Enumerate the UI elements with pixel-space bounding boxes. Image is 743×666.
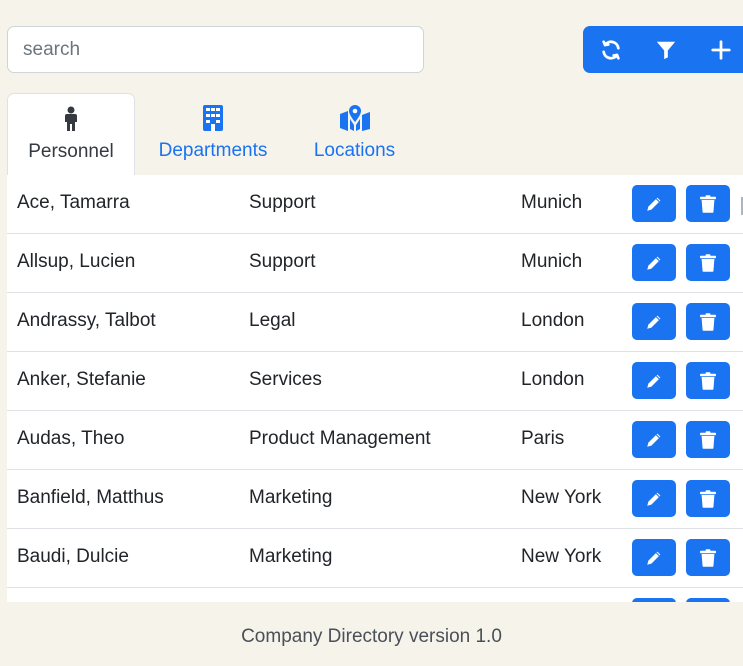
employee-department: Support (249, 192, 316, 213)
employee-department: Marketing (249, 546, 333, 567)
pencil-icon (645, 254, 663, 272)
table-row: Andrassy, Talbot Legal London (7, 293, 743, 352)
tab-departments[interactable]: Departments (148, 93, 278, 175)
filter-button[interactable] (638, 26, 693, 73)
edit-button[interactable] (632, 185, 676, 222)
employee-location: Paris (521, 428, 565, 449)
employee-name: Andrassy, Talbot (17, 310, 156, 331)
delete-button[interactable] (686, 598, 730, 602)
map-location-icon (339, 105, 370, 131)
edit-button[interactable] (632, 421, 676, 458)
edit-button[interactable] (632, 303, 676, 340)
employee-name: Audas, Theo (17, 428, 125, 449)
table-row: Anker, Stefanie Services London (7, 352, 743, 411)
employee-location: New York (521, 487, 602, 508)
personnel-table-body: Ace, Tamarra Support Munich Allsup, Lucien S… (7, 175, 743, 588)
edit-button[interactable] (632, 362, 676, 399)
tab-departments-label: Departments (158, 140, 268, 161)
delete-button[interactable] (686, 480, 730, 517)
trash-icon (700, 371, 716, 390)
table-row: Allsup, Lucien Support Munich (7, 234, 743, 293)
refresh-icon (600, 39, 622, 61)
tab-personnel[interactable]: Personnel (7, 93, 135, 176)
table-row-partial (7, 588, 743, 602)
toolbar (583, 26, 743, 73)
pencil-icon (645, 372, 663, 390)
trash-icon (700, 548, 716, 567)
pencil-icon (645, 431, 663, 449)
edit-button[interactable] (632, 598, 676, 602)
delete-button[interactable] (686, 362, 730, 399)
trash-icon (700, 489, 716, 508)
tab-personnel-label: Personnel (28, 141, 114, 162)
personnel-table: Ace, Tamarra Support Munich Allsup, Lucien S… (7, 175, 743, 602)
search-input[interactable] (7, 26, 424, 73)
filter-icon (655, 39, 677, 61)
edit-button[interactable] (632, 244, 676, 281)
employee-location: New York (521, 546, 602, 567)
employee-department: Marketing (249, 487, 333, 508)
table-row: Baudi, Dulcie Marketing New York (7, 529, 743, 588)
employee-department: Support (249, 251, 316, 272)
employee-department: Product Management (249, 428, 431, 449)
add-button[interactable] (693, 26, 743, 73)
employee-location: Munich (521, 251, 583, 272)
pencil-icon (645, 549, 663, 567)
building-icon (203, 105, 223, 131)
trash-icon (700, 253, 716, 272)
delete-button[interactable] (686, 185, 730, 222)
employee-location: London (521, 369, 585, 390)
delete-button[interactable] (686, 539, 730, 576)
employee-name: Baudi, Dulcie (17, 546, 129, 567)
delete-button[interactable] (686, 303, 730, 340)
plus-icon (710, 39, 732, 61)
tab-locations[interactable]: Locations (292, 93, 417, 175)
table-row: Audas, Theo Product Management Paris (7, 411, 743, 470)
refresh-button[interactable] (583, 26, 638, 73)
delete-button[interactable] (686, 244, 730, 281)
edit-button[interactable] (632, 480, 676, 517)
employee-name: Banfield, Matthus (17, 487, 164, 508)
employee-location: Munich (521, 192, 583, 213)
employee-name: Ace, Tamarra (17, 192, 130, 213)
person-icon (62, 106, 80, 132)
edit-button[interactable] (632, 539, 676, 576)
trash-icon (700, 312, 716, 331)
employee-name: Anker, Stefanie (17, 369, 146, 390)
pencil-icon (645, 313, 663, 331)
trash-icon (700, 194, 716, 213)
employee-department: Services (249, 369, 322, 390)
employee-name: Allsup, Lucien (17, 251, 136, 272)
employee-location: London (521, 310, 585, 331)
employee-department: Legal (249, 310, 296, 331)
table-row: Ace, Tamarra Support Munich (7, 175, 743, 234)
delete-button[interactable] (686, 421, 730, 458)
footer-text: Company Directory version 1.0 (241, 626, 502, 647)
tab-locations-label: Locations (313, 140, 396, 161)
pencil-icon (645, 195, 663, 213)
trash-icon (700, 430, 716, 449)
pencil-icon (645, 490, 663, 508)
table-row: Banfield, Matthus Marketing New York (7, 470, 743, 529)
